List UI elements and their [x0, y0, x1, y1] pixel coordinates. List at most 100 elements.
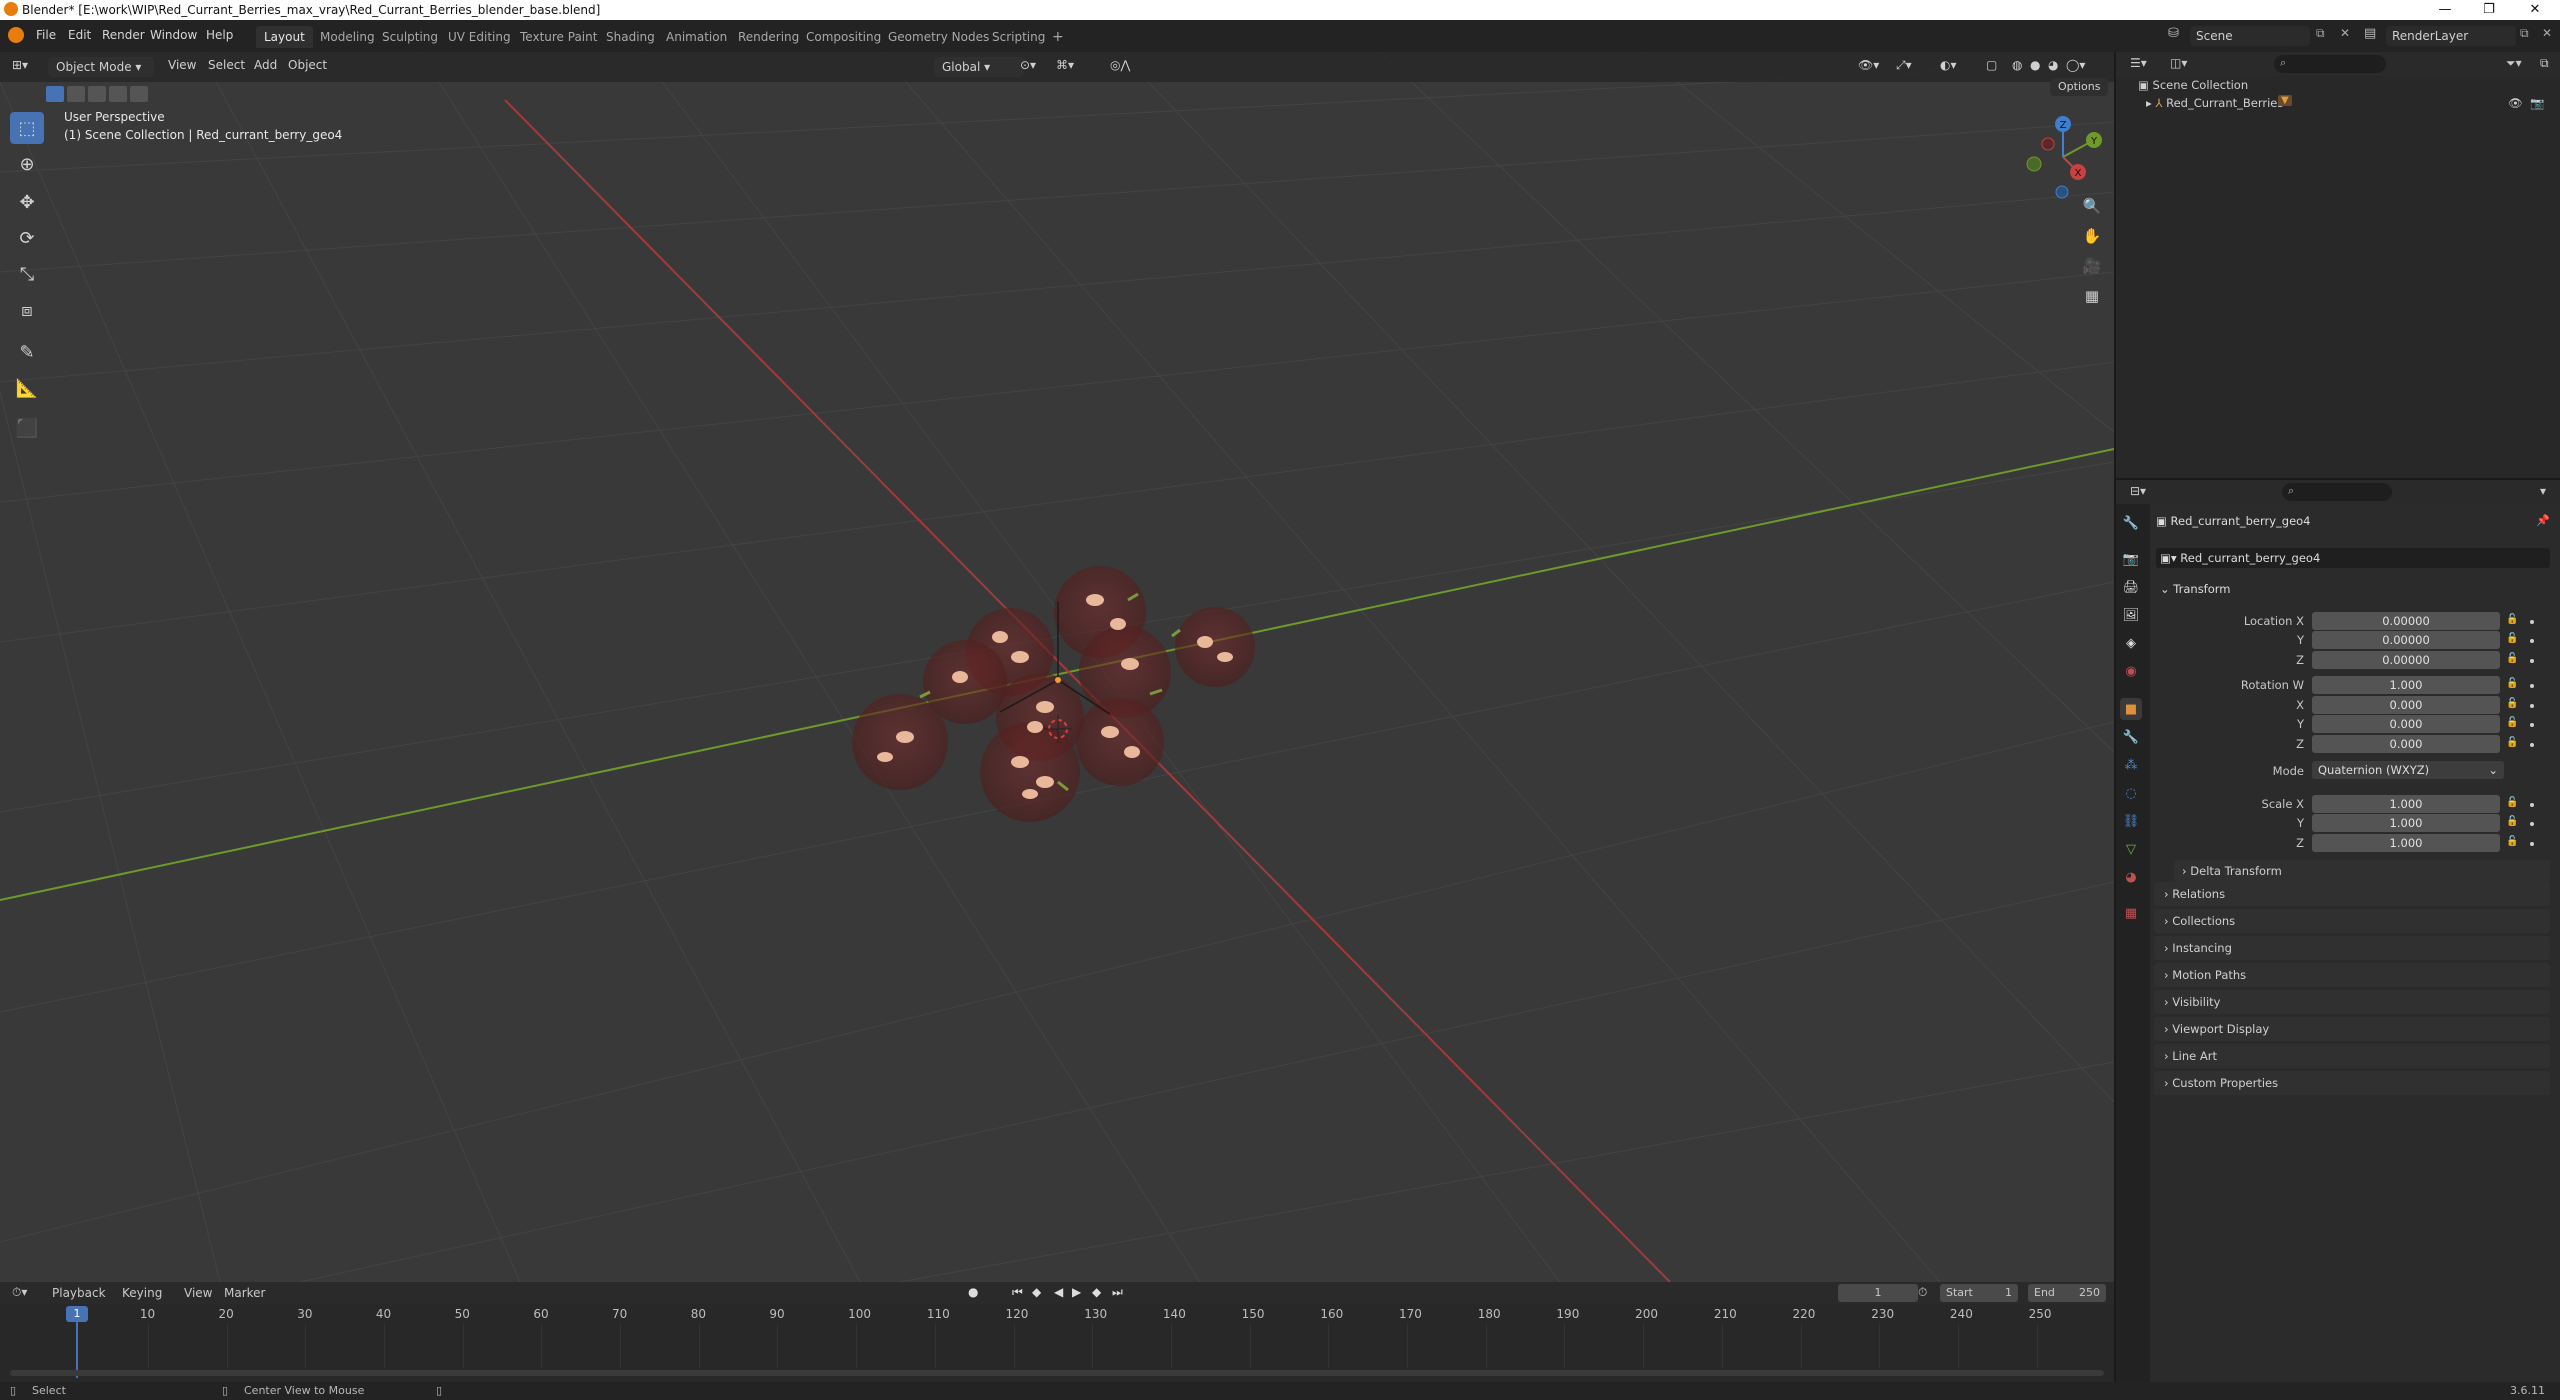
world-tab-icon[interactable]: ◉	[2120, 660, 2142, 682]
lock-icon[interactable]: 🔓	[2506, 698, 2518, 709]
maximize-button[interactable]: ❐	[2466, 0, 2512, 20]
pivot-point-icon[interactable]: ⊙▾	[1020, 58, 1036, 72]
panel-motion-paths[interactable]: › Motion Paths	[2154, 963, 2550, 987]
shading-solid-icon[interactable]: ●	[2030, 58, 2040, 72]
menu-file[interactable]: File	[36, 28, 56, 42]
menu-object[interactable]: Object	[288, 58, 327, 72]
keyframe-dot[interactable]	[2530, 620, 2534, 624]
timeline-scrollbar[interactable]	[10, 1370, 2104, 1376]
select-subtract-icon[interactable]	[88, 86, 106, 102]
menu-window[interactable]: Window	[150, 28, 197, 42]
options-button[interactable]: Options	[2050, 78, 2109, 96]
blender-menu-icon[interactable]	[8, 27, 24, 43]
panel-viewport-display[interactable]: › Viewport Display	[2154, 1017, 2550, 1041]
lock-icon[interactable]: 🔓	[2506, 737, 2518, 748]
properties-editor-icon[interactable]: ⊟▾	[2130, 484, 2146, 498]
rotate-tool[interactable]: ⟳	[10, 222, 44, 254]
menu-help[interactable]: Help	[206, 28, 233, 42]
view-layer-tab-icon[interactable]: 🖼	[2120, 604, 2142, 626]
tab-sculpting[interactable]: Sculpting	[374, 26, 446, 48]
select-invert-icon[interactable]	[109, 86, 127, 102]
menu-select[interactable]: Select	[208, 58, 245, 72]
outliner[interactable]: ☰▾ ◫▾ ⌕ ⏷▾ ⧉ ▣ Scene Collection ▸ ⅄ Red_…	[2114, 52, 2560, 478]
jump-end-icon[interactable]: ⏭	[1112, 1285, 1123, 1300]
xray-toggle-icon[interactable]: ▢	[1986, 58, 1997, 72]
tab-modeling[interactable]: Modeling	[312, 26, 383, 48]
properties-search-input[interactable]: ⌕	[2282, 483, 2392, 501]
timeline-ruler[interactable]: 10 20 30 40 50 60 70 80 90 100 110 120 130 140 150 160 1…	[0, 1304, 2114, 1368]
scale-x-field[interactable]: 1.000	[2312, 795, 2500, 813]
ortho-grid-icon[interactable]: ▦	[2078, 282, 2106, 310]
record-icon[interactable]: ●	[968, 1285, 978, 1299]
tab-animation[interactable]: Animation	[658, 26, 735, 48]
measure-tool[interactable]: 📐	[10, 372, 44, 404]
menu-view[interactable]: View	[168, 58, 196, 72]
outliner-item[interactable]: ▸ ⅄ Red_Currant_Berries ▼ 👁 📷	[2146, 95, 2558, 110]
add-cube-tool[interactable]: ⬛	[10, 412, 44, 444]
playhead[interactable]: 1	[66, 1306, 88, 1322]
zoom-icon[interactable]: 🔍	[2078, 192, 2106, 220]
scale-y-field[interactable]: 1.000	[2312, 814, 2500, 832]
location-y-field[interactable]: 0.00000	[2312, 631, 2500, 649]
render-layer-selector[interactable]: RenderLayer	[2386, 26, 2516, 46]
camera-view-icon[interactable]: 🎥	[2078, 252, 2106, 280]
prev-keyframe-icon[interactable]: ◆	[1032, 1285, 1041, 1299]
display-mode-icon[interactable]: ◫▾	[2170, 56, 2187, 70]
overlay-toggle-icon[interactable]: ◐▾	[1940, 58, 1957, 72]
texture-tab-icon[interactable]: ▦	[2120, 902, 2142, 924]
modifier-tab-icon[interactable]: 🔧	[2120, 726, 2142, 748]
rotation-y-field[interactable]: 0.000	[2312, 715, 2500, 733]
lock-icon[interactable]: 🔓	[2506, 816, 2518, 827]
pin-icon[interactable]: 📌	[2536, 514, 2550, 527]
menu-keying[interactable]: Keying	[122, 1286, 162, 1300]
keyframe-dot[interactable]	[2530, 639, 2534, 643]
camera-render-icon[interactable]: 📷	[2530, 96, 2544, 110]
scene-collection-row[interactable]: ▣ Scene Collection	[2138, 78, 2248, 92]
lock-icon[interactable]: 🔓	[2506, 614, 2518, 625]
keyframe-dot[interactable]	[2530, 659, 2534, 663]
output-tab-icon[interactable]: 🖨	[2120, 576, 2142, 598]
panel-visibility[interactable]: › Visibility	[2154, 990, 2550, 1014]
new-layer-icon[interactable]: ⧉	[2520, 26, 2529, 41]
stopwatch-icon[interactable]: ⏱	[1918, 1285, 1927, 1300]
select-new-icon[interactable]	[46, 86, 64, 102]
new-collection-icon[interactable]: ⧉	[2540, 56, 2549, 71]
gizmo-toggle-icon[interactable]: ⤢▾	[1896, 58, 1912, 73]
proportional-edit-icon[interactable]: ◎⋀	[1110, 58, 1130, 72]
lock-icon[interactable]: 🔓	[2506, 653, 2518, 664]
start-frame-field[interactable]: Start 1	[1940, 1284, 2018, 1302]
panel-instancing[interactable]: › Instancing	[2154, 936, 2550, 960]
lock-icon[interactable]: 🔓	[2506, 678, 2518, 689]
lock-icon[interactable]: 🔓	[2506, 633, 2518, 644]
minimize-button[interactable]: —	[2422, 0, 2468, 20]
tab-rendering[interactable]: Rendering	[730, 26, 807, 48]
current-frame-field[interactable]: 1	[1838, 1284, 1918, 1302]
tab-layout[interactable]: Layout	[256, 26, 313, 48]
keyframe-dot[interactable]	[2530, 743, 2534, 747]
panel-custom-properties[interactable]: › Custom Properties	[2154, 1071, 2550, 1095]
shading-rendered-icon[interactable]: ◯▾	[2066, 58, 2085, 72]
new-scene-icon[interactable]: ⧉	[2316, 26, 2325, 41]
keyframe-dot[interactable]	[2530, 842, 2534, 846]
keyframe-dot[interactable]	[2530, 723, 2534, 727]
rotation-z-field[interactable]: 0.000	[2312, 735, 2500, 753]
rotation-w-field[interactable]: 1.000	[2312, 676, 2500, 694]
delta-transform-subpanel[interactable]: › Delta Transform	[2174, 860, 2550, 882]
scene-selector[interactable]: Scene	[2190, 26, 2310, 46]
keyframe-dot[interactable]	[2530, 822, 2534, 826]
select-extend-icon[interactable]	[67, 86, 85, 102]
annotate-tool[interactable]: ✎	[10, 336, 44, 368]
mode-selector[interactable]: Object Mode ▾	[48, 57, 154, 77]
menu-playback[interactable]: Playback	[52, 1286, 106, 1300]
timeline[interactable]: ⏱▾ Playback Keying View Marker ● ⏮ ◆ ◀ ▶…	[0, 1282, 2114, 1382]
lock-icon[interactable]: 🔓	[2506, 836, 2518, 847]
next-keyframe-icon[interactable]: ◆	[1092, 1285, 1101, 1299]
outliner-editor-icon[interactable]: ☰▾	[2130, 56, 2147, 70]
tab-compositing[interactable]: Compositing	[798, 26, 889, 48]
physics-tab-icon[interactable]: ◌	[2120, 782, 2142, 804]
select-intersect-icon[interactable]	[130, 86, 148, 102]
panel-collections[interactable]: › Collections	[2154, 909, 2550, 933]
menu-marker[interactable]: Marker	[224, 1286, 265, 1300]
visibility-icon[interactable]: 👁▾	[1858, 58, 1879, 72]
move-tool[interactable]: ✥	[10, 186, 44, 218]
